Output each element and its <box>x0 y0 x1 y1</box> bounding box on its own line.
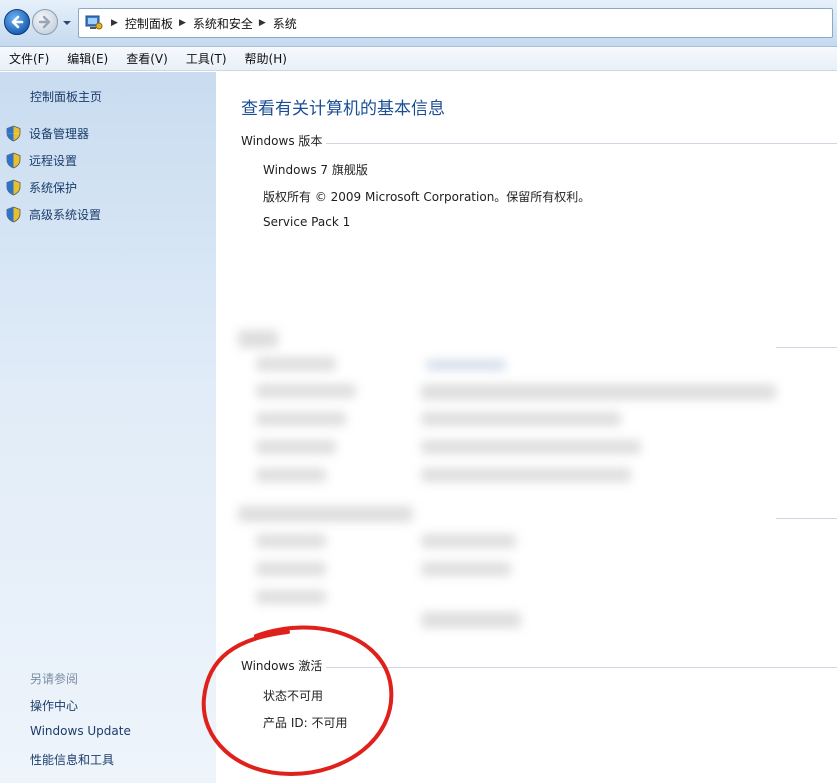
menu-bar: 文件(F) 编辑(E) 查看(V) 工具(T) 帮助(H) <box>0 47 837 71</box>
see-also-action-center[interactable]: 操作中心 <box>30 697 78 714</box>
see-also-heading: 另请参阅 <box>30 672 79 686</box>
sidebar-item-label: 远程设置 <box>29 154 78 168</box>
menu-tools[interactable]: 工具(T) <box>186 50 227 67</box>
sidebar-item-device-manager[interactable]: 设备管理器 <box>5 125 89 142</box>
breadcrumb[interactable]: ▶ 控制面板 ▶ 系统和安全 ▶ 系统 <box>78 8 833 38</box>
see-also-performance-tools[interactable]: 性能信息和工具 <box>30 751 114 768</box>
shield-icon <box>6 179 21 196</box>
shield-icon <box>6 152 21 169</box>
back-arrow-icon <box>11 15 24 29</box>
sidebar-item-label: 设备管理器 <box>29 127 90 141</box>
back-button[interactable] <box>4 9 30 35</box>
breadcrumb-system[interactable]: 系统 <box>273 15 297 32</box>
sidebar-item-label: 高级系统设置 <box>29 208 102 222</box>
sidebar: 控制面板主页 设备管理器 远程设置 系统保护 高级系统设置 另请参阅 操作中心 … <box>0 72 216 783</box>
sidebar-item-advanced-settings[interactable]: 高级系统设置 <box>5 206 101 223</box>
shield-icon <box>6 125 21 142</box>
section-divider <box>246 143 837 144</box>
edition-name: Windows 7 旗舰版 <box>263 163 368 177</box>
address-bar: ▶ 控制面板 ▶ 系统和安全 ▶ 系统 <box>0 0 837 47</box>
menu-edit[interactable]: 编辑(E) <box>67 50 108 67</box>
copyright-text: 版权所有 © 2009 Microsoft Corporation。保留所有权利… <box>263 190 591 204</box>
menu-help[interactable]: 帮助(H) <box>245 50 287 67</box>
section-divider <box>776 347 837 348</box>
forward-arrow-icon <box>38 15 51 29</box>
sidebar-item-system-protection[interactable]: 系统保护 <box>5 179 77 196</box>
menu-file[interactable]: 文件(F) <box>9 50 49 67</box>
service-pack: Service Pack 1 <box>263 215 351 229</box>
breadcrumb-control-panel[interactable]: 控制面板 <box>125 15 173 32</box>
edition-section-title: Windows 版本 <box>241 132 327 149</box>
breadcrumb-separator-icon: ▶ <box>258 18 266 28</box>
menu-view[interactable]: 查看(V) <box>126 50 168 67</box>
sidebar-item-remote-settings[interactable]: 远程设置 <box>5 152 77 169</box>
control-panel-home-link[interactable]: 控制面板主页 <box>30 88 102 105</box>
shield-icon <box>6 206 21 223</box>
annotation-circle <box>201 625 394 777</box>
forward-button[interactable] <box>32 9 58 35</box>
breadcrumb-separator-icon: ▶ <box>111 18 118 28</box>
history-dropdown-icon[interactable] <box>62 19 72 27</box>
control-panel-icon <box>85 15 103 30</box>
page-title: 查看有关计算机的基本信息 <box>241 99 445 119</box>
breadcrumb-separator-icon: ▶ <box>178 18 186 28</box>
see-also-windows-update[interactable]: Windows Update <box>30 724 131 738</box>
breadcrumb-system-security[interactable]: 系统和安全 <box>193 15 253 32</box>
sidebar-item-label: 系统保护 <box>29 181 78 195</box>
section-divider <box>776 518 837 519</box>
